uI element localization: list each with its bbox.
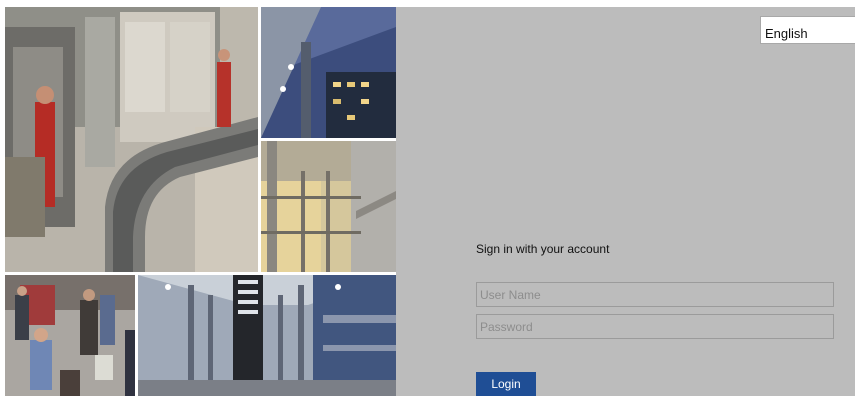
sign-in-heading: Sign in with your account: [476, 242, 610, 256]
photo-collage: [5, 7, 396, 396]
password-input[interactable]: [476, 314, 834, 339]
crowd-photo: [5, 275, 135, 396]
login-button[interactable]: Login: [476, 372, 536, 396]
building-photo: [261, 7, 396, 138]
login-panel: English Sign in with your account Login: [396, 7, 855, 396]
atrium-photo: [138, 275, 396, 396]
factory-photo: [5, 7, 258, 272]
language-selector[interactable]: English: [760, 16, 855, 44]
username-input[interactable]: [476, 282, 834, 307]
walkway-photo: [261, 141, 396, 272]
